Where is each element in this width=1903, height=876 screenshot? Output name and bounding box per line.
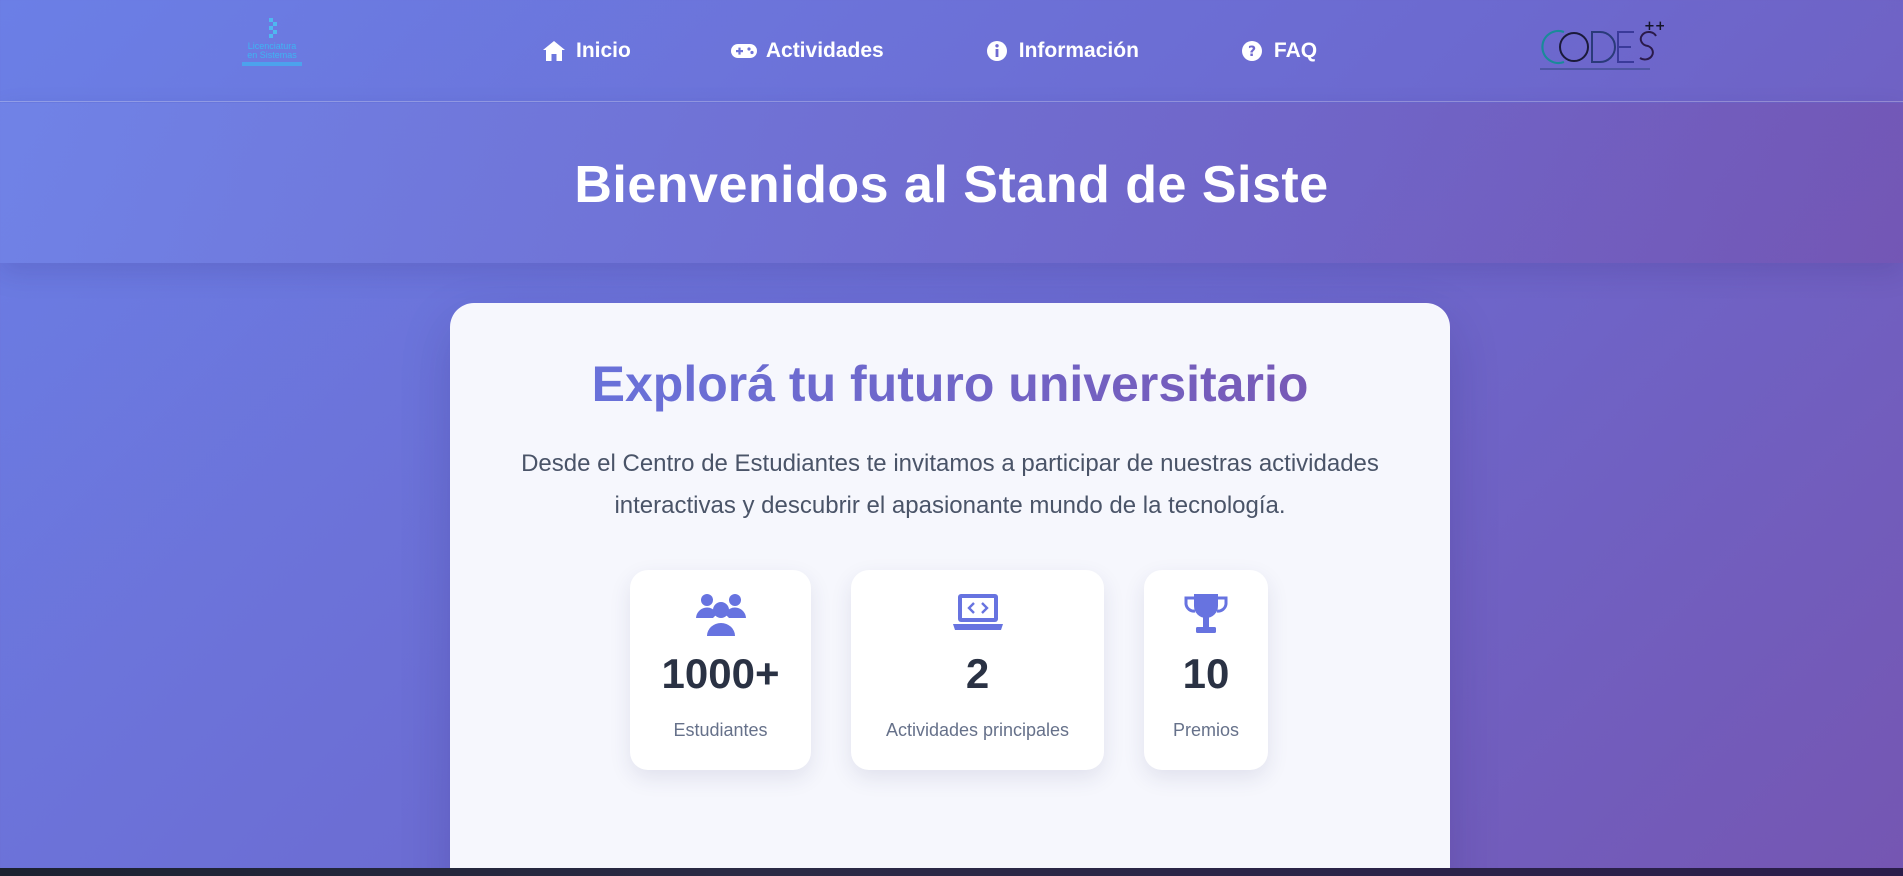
nav-actividades[interactable]: Actividades xyxy=(730,39,884,63)
question-circle-icon: ? xyxy=(1238,39,1266,63)
card-heading: Explorá tu futuro universitario xyxy=(450,355,1450,413)
stat-label-prizes: Premios xyxy=(1172,720,1239,740)
users-icon xyxy=(630,592,811,636)
nav-inicio[interactable]: Inicio xyxy=(540,39,631,63)
main-nav: Inicio Actividades Información ? FAQ xyxy=(540,0,1317,102)
site-header: Licenciatura en Sistemas Inicio Activida… xyxy=(0,0,1903,102)
welcome-card: Explorá tu futuro universitario Desde el… xyxy=(450,303,1450,876)
nav-faq-label: FAQ xyxy=(1273,39,1318,62)
svg-text:++: ++ xyxy=(1644,19,1664,34)
nav-actividades-label: Actividades xyxy=(765,39,884,62)
info-circle-icon xyxy=(983,39,1011,63)
nav-inicio-label: Inicio xyxy=(576,39,631,62)
logo-text-line2: en Sistemas xyxy=(247,50,297,60)
svg-text:?: ? xyxy=(1248,44,1256,60)
nav-informacion[interactable]: Información xyxy=(983,39,1139,63)
hero-banner: Bienvenidos al Stand de Siste xyxy=(0,103,1903,263)
card-description: Desde el Centro de Estudiantes te invita… xyxy=(521,450,1379,519)
stat-label-students: Estudiantes xyxy=(673,720,768,740)
bottom-edge xyxy=(0,868,1903,876)
nav-faq[interactable]: ? FAQ xyxy=(1238,39,1317,63)
stat-value-activities: 2 xyxy=(965,650,990,697)
gamepad-icon xyxy=(730,39,758,63)
stat-card-activities: 2 Actividades principales xyxy=(851,570,1104,770)
laptop-code-icon xyxy=(851,592,1104,632)
stat-card-prizes: 10 Premios xyxy=(1144,570,1268,770)
stat-value-prizes: 10 xyxy=(1182,650,1230,697)
home-icon xyxy=(540,39,568,63)
stat-label-activities: Actividades principales xyxy=(885,720,1070,740)
codes-logo[interactable]: ++ xyxy=(1534,18,1666,74)
university-logo[interactable]: Licenciatura en Sistemas xyxy=(238,18,306,76)
stat-value-students: 1000+ xyxy=(661,650,780,697)
trophy-icon xyxy=(1144,592,1268,636)
logo-mark-icon xyxy=(265,18,279,40)
hero-title: Bienvenidos al Stand de Siste xyxy=(574,156,1329,214)
nav-informacion-label: Información xyxy=(1018,39,1139,62)
logo-underline xyxy=(242,62,302,66)
stat-card-students: 1000+ Estudiantes xyxy=(630,570,811,770)
